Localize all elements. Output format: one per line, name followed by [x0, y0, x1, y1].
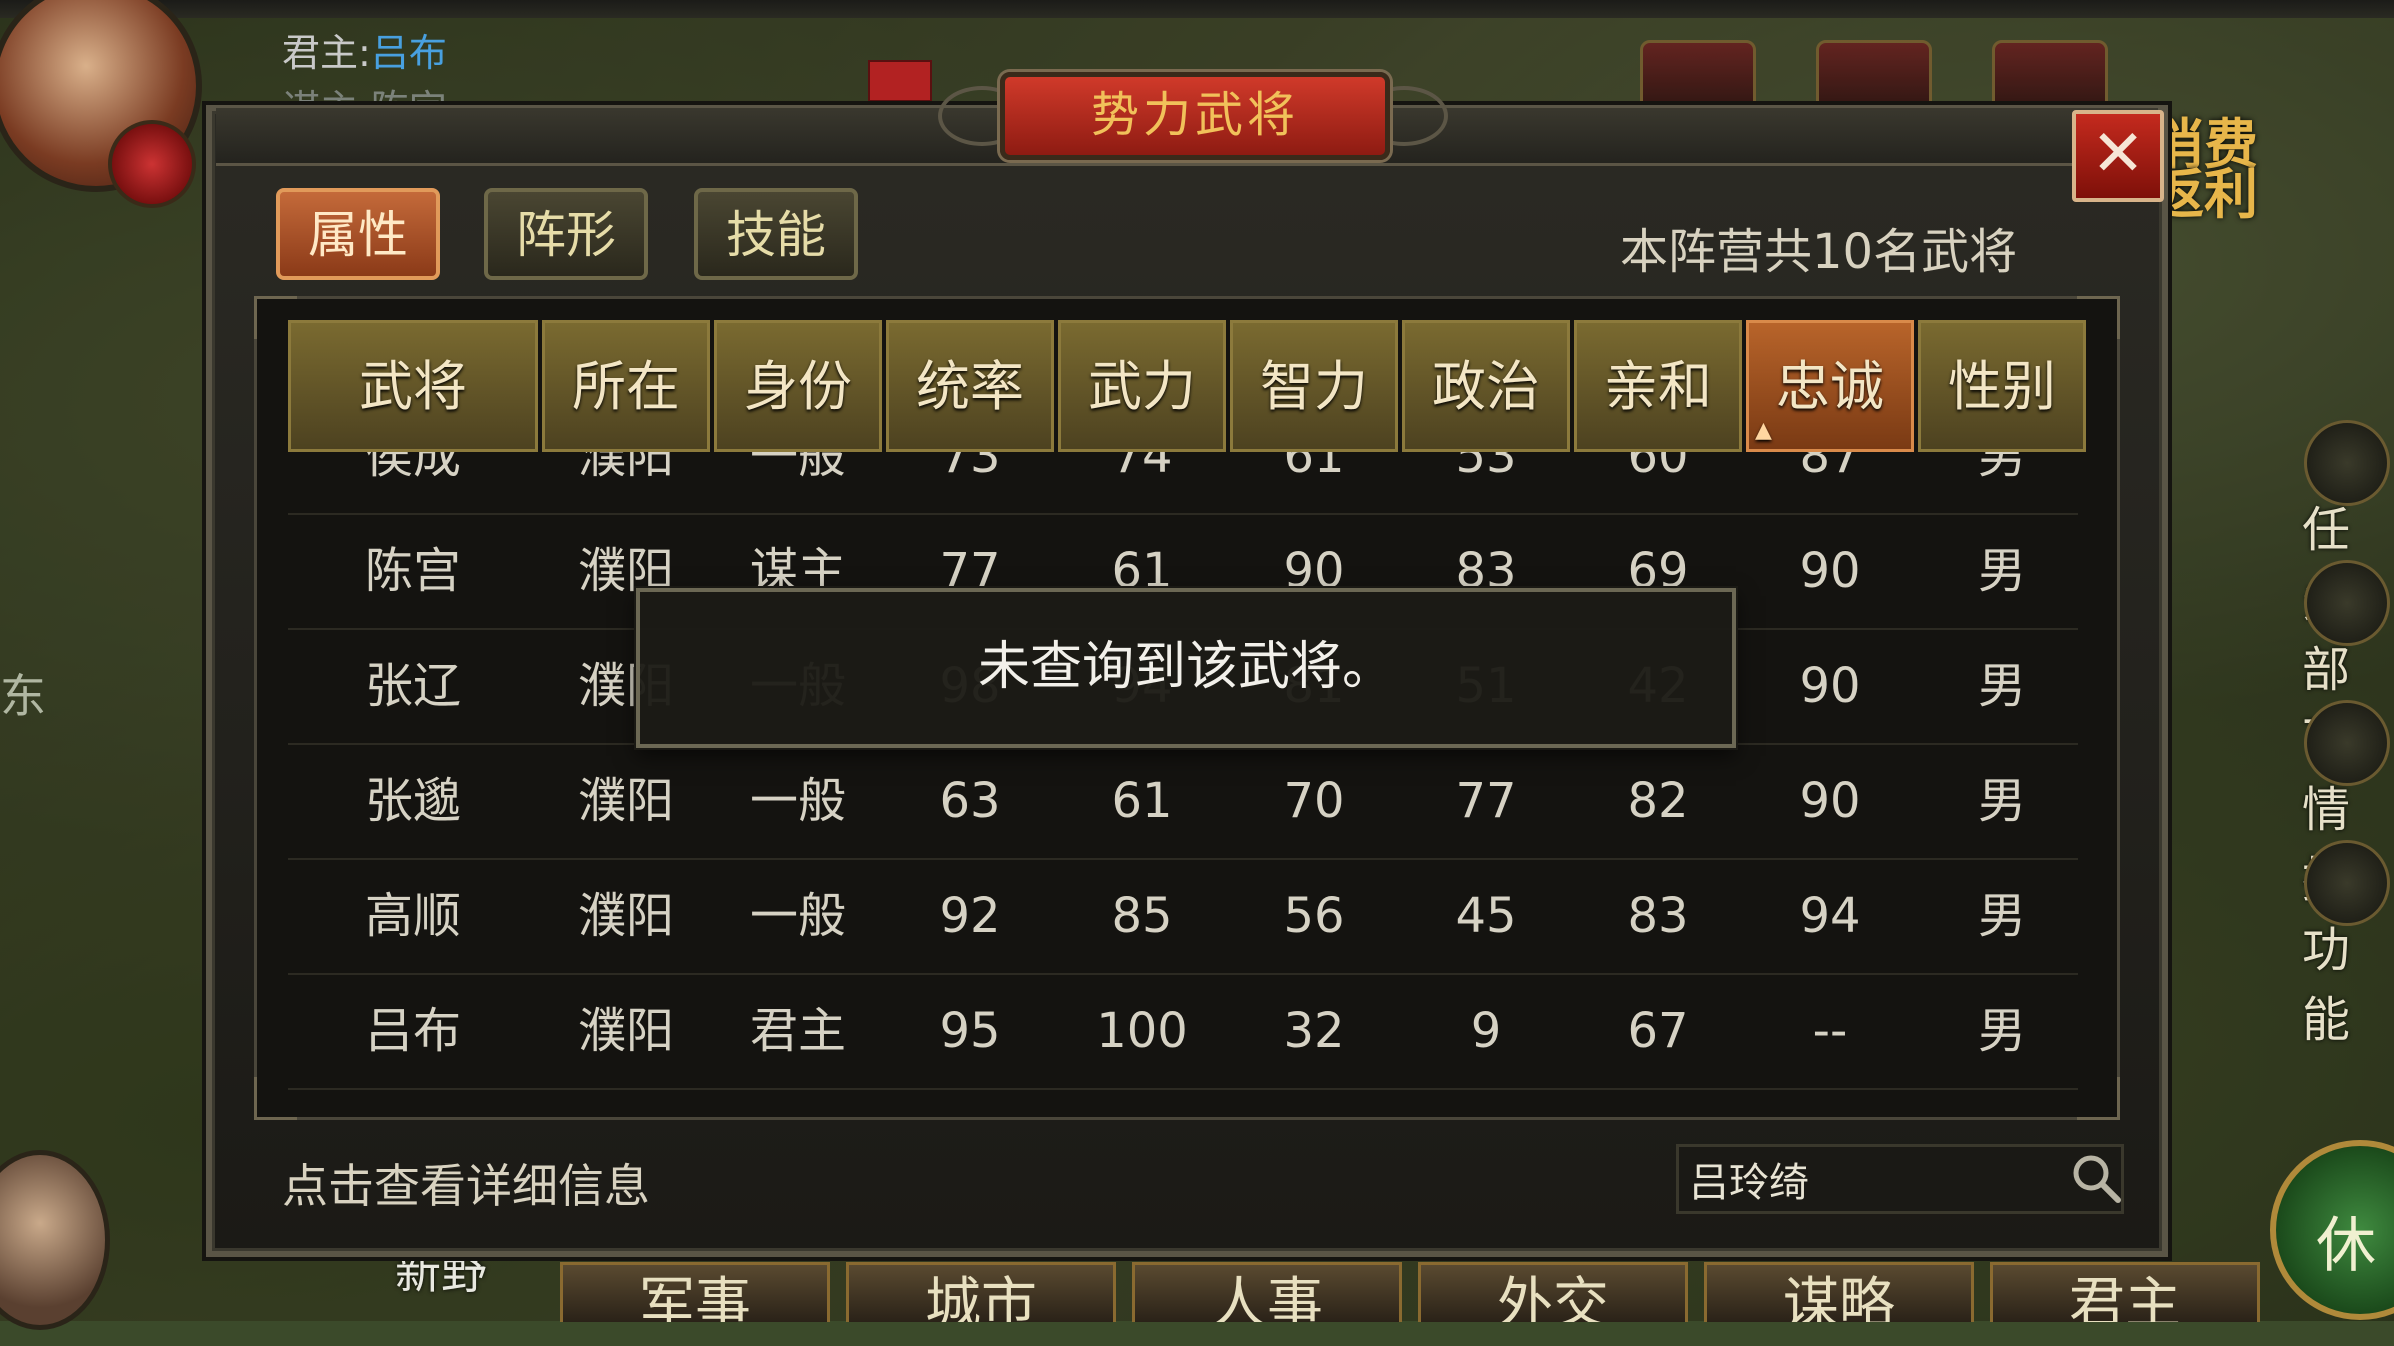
table-row[interactable]: 侯成 濮阳 一般 73 74 61 53 60 87 男 [288, 452, 2078, 515]
personnel-button[interactable]: 人事 [1132, 1262, 1402, 1322]
table-rows: 侯成 濮阳 一般 73 74 61 53 60 87 男陈宫 濮阳 谋主 77 61 90 83 69 90 男张辽… [288, 452, 2078, 1090]
cell-loyalty: 90 [1799, 773, 1861, 829]
cell-charisma: 60 [1627, 452, 1689, 484]
menu-item-functions[interactable]: 功能 [2284, 840, 2394, 1048]
map-label-east: 东 [0, 669, 46, 723]
cell-leadership: 73 [939, 452, 1001, 484]
cell-loyalty: 90 [1799, 658, 1861, 714]
cell-war: 100 [1096, 1003, 1188, 1059]
table-body[interactable]: 侯成 濮阳 一般 73 74 61 53 60 87 男陈宫 濮阳 谋主 77 61 90 83 69 90 男张辽… [288, 452, 2078, 1092]
cell-politics: 45 [1455, 888, 1517, 944]
column-header-loyalty-label: 忠诚 [1776, 355, 1884, 418]
cell-politics: 77 [1455, 773, 1517, 829]
cell-charisma: 82 [1627, 773, 1689, 829]
seal-icon [108, 120, 196, 208]
lord-button[interactable]: 君主 [1990, 1262, 2260, 1322]
column-header-war[interactable]: 武力 [1058, 320, 1226, 452]
column-header-politics[interactable]: 政治 [1402, 320, 1570, 452]
tab-skills[interactable]: 技能 [694, 188, 858, 280]
cell-gender: 男 [1977, 658, 2026, 714]
column-header-loyalty[interactable]: ▲ 忠诚 [1746, 320, 1914, 452]
toast-message: 未查询到该武将。 [636, 588, 1736, 748]
cell-war: 85 [1111, 888, 1173, 944]
cell-intelligence: 32 [1283, 1003, 1345, 1059]
column-header-intelligence[interactable]: 智力 [1230, 320, 1398, 452]
cell-location: 濮阳 [577, 1003, 674, 1059]
menu-item-task[interactable]: 任务 [2284, 420, 2394, 628]
military-button[interactable]: 军事 [560, 1262, 830, 1322]
cell-officer: 张辽 [364, 658, 461, 714]
close-button[interactable]: ✕ [2072, 110, 2164, 202]
cell-status: 一般 [749, 888, 846, 944]
flag-icon [868, 60, 932, 102]
cell-officer: 吕布 [364, 1003, 461, 1059]
corner-ornament-icon [2077, 1077, 2120, 1120]
cell-officer: 张邈 [364, 773, 461, 829]
cell-politics: 9 [1470, 1003, 1502, 1059]
cell-location: 濮阳 [577, 773, 674, 829]
menu-item-subordinates[interactable]: 部下 [2284, 560, 2394, 768]
strategy-button[interactable]: 谋略 [1704, 1262, 1974, 1322]
menu-item-intel[interactable]: 情报 [2284, 700, 2394, 908]
column-header-gender[interactable]: 性别 [1918, 320, 2086, 452]
officer-count: 本阵营共10名武将 [1620, 224, 2018, 280]
tab-formation[interactable]: 阵形 [484, 188, 648, 280]
city-button[interactable]: 城市 [846, 1262, 1116, 1322]
hint-text: 点击查看详细信息 [282, 1159, 650, 1213]
table-row[interactable]: 张邈 濮阳 一般 63 61 70 77 82 90 男 [288, 745, 2078, 860]
column-header-officer[interactable]: 武将 [288, 320, 538, 452]
cell-loyalty: -- [1812, 1003, 1848, 1059]
cell-gender: 男 [1977, 773, 2026, 829]
cell-leadership: 92 [939, 888, 1001, 944]
cell-gender: 男 [1977, 888, 2026, 944]
table-row[interactable]: 高顺 濮阳 一般 92 85 56 45 83 94 男 [288, 860, 2078, 975]
dialog-title: 势力武将 [1000, 72, 1390, 160]
column-header-charisma[interactable]: 亲和 [1574, 320, 1742, 452]
cell-gender: 男 [1977, 543, 2026, 599]
cell-charisma: 83 [1627, 888, 1689, 944]
top-strip [0, 0, 2394, 18]
cell-location: 濮阳 [577, 888, 674, 944]
cell-intelligence: 56 [1283, 888, 1345, 944]
cell-war: 61 [1111, 773, 1173, 829]
cell-officer: 高顺 [364, 888, 461, 944]
cell-status: 一般 [749, 773, 846, 829]
cell-loyalty: 90 [1799, 543, 1861, 599]
bottom-command-bar: 军事 城市 人事 外交 谋略 君主 [560, 1262, 2260, 1322]
table-row[interactable]: 吕布 濮阳 君主 95 100 32 9 67 -- 男 [288, 975, 2078, 1090]
column-header-location[interactable]: 所在 [542, 320, 710, 452]
cell-politics: 53 [1455, 452, 1517, 484]
lord-label-text: 君主: [282, 31, 371, 75]
column-header-status[interactable]: 身份 [714, 320, 882, 452]
cell-intelligence: 70 [1283, 773, 1345, 829]
menu-label: 功能 [2302, 922, 2351, 1048]
column-header-leadership[interactable]: 统率 [886, 320, 1054, 452]
cell-officer: 陈宫 [364, 543, 461, 599]
lord-info: 君主:吕布 [282, 22, 447, 77]
cell-loyalty: 94 [1799, 888, 1861, 944]
cell-gender: 男 [1977, 452, 2026, 484]
cell-officer: 侯成 [364, 452, 461, 484]
right-menu: 任务 部下 情报 功能 [2284, 420, 2394, 1048]
table-header: 武将 所在 身份 统率 武力 智力 政治 亲和 ▲ 忠诚 性别 [288, 320, 2086, 452]
cell-location: 濮阳 [577, 452, 674, 484]
search-icon[interactable] [2066, 1148, 2126, 1208]
cell-leadership: 63 [939, 773, 1001, 829]
cell-intelligence: 61 [1283, 452, 1345, 484]
cell-status: 一般 [749, 452, 846, 484]
cell-war: 74 [1111, 452, 1173, 484]
tab-attributes[interactable]: 属性 [276, 188, 440, 280]
cell-leadership: 95 [939, 1003, 1001, 1059]
search-input[interactable] [1676, 1144, 2124, 1214]
close-icon: ✕ [2091, 117, 2145, 191]
cell-gender: 男 [1977, 1003, 2026, 1059]
cell-status: 君主 [749, 1003, 846, 1059]
lord-name: 吕布 [370, 31, 447, 75]
cell-charisma: 67 [1627, 1003, 1689, 1059]
diplomacy-button[interactable]: 外交 [1418, 1262, 1688, 1322]
cell-loyalty: 87 [1799, 452, 1861, 484]
